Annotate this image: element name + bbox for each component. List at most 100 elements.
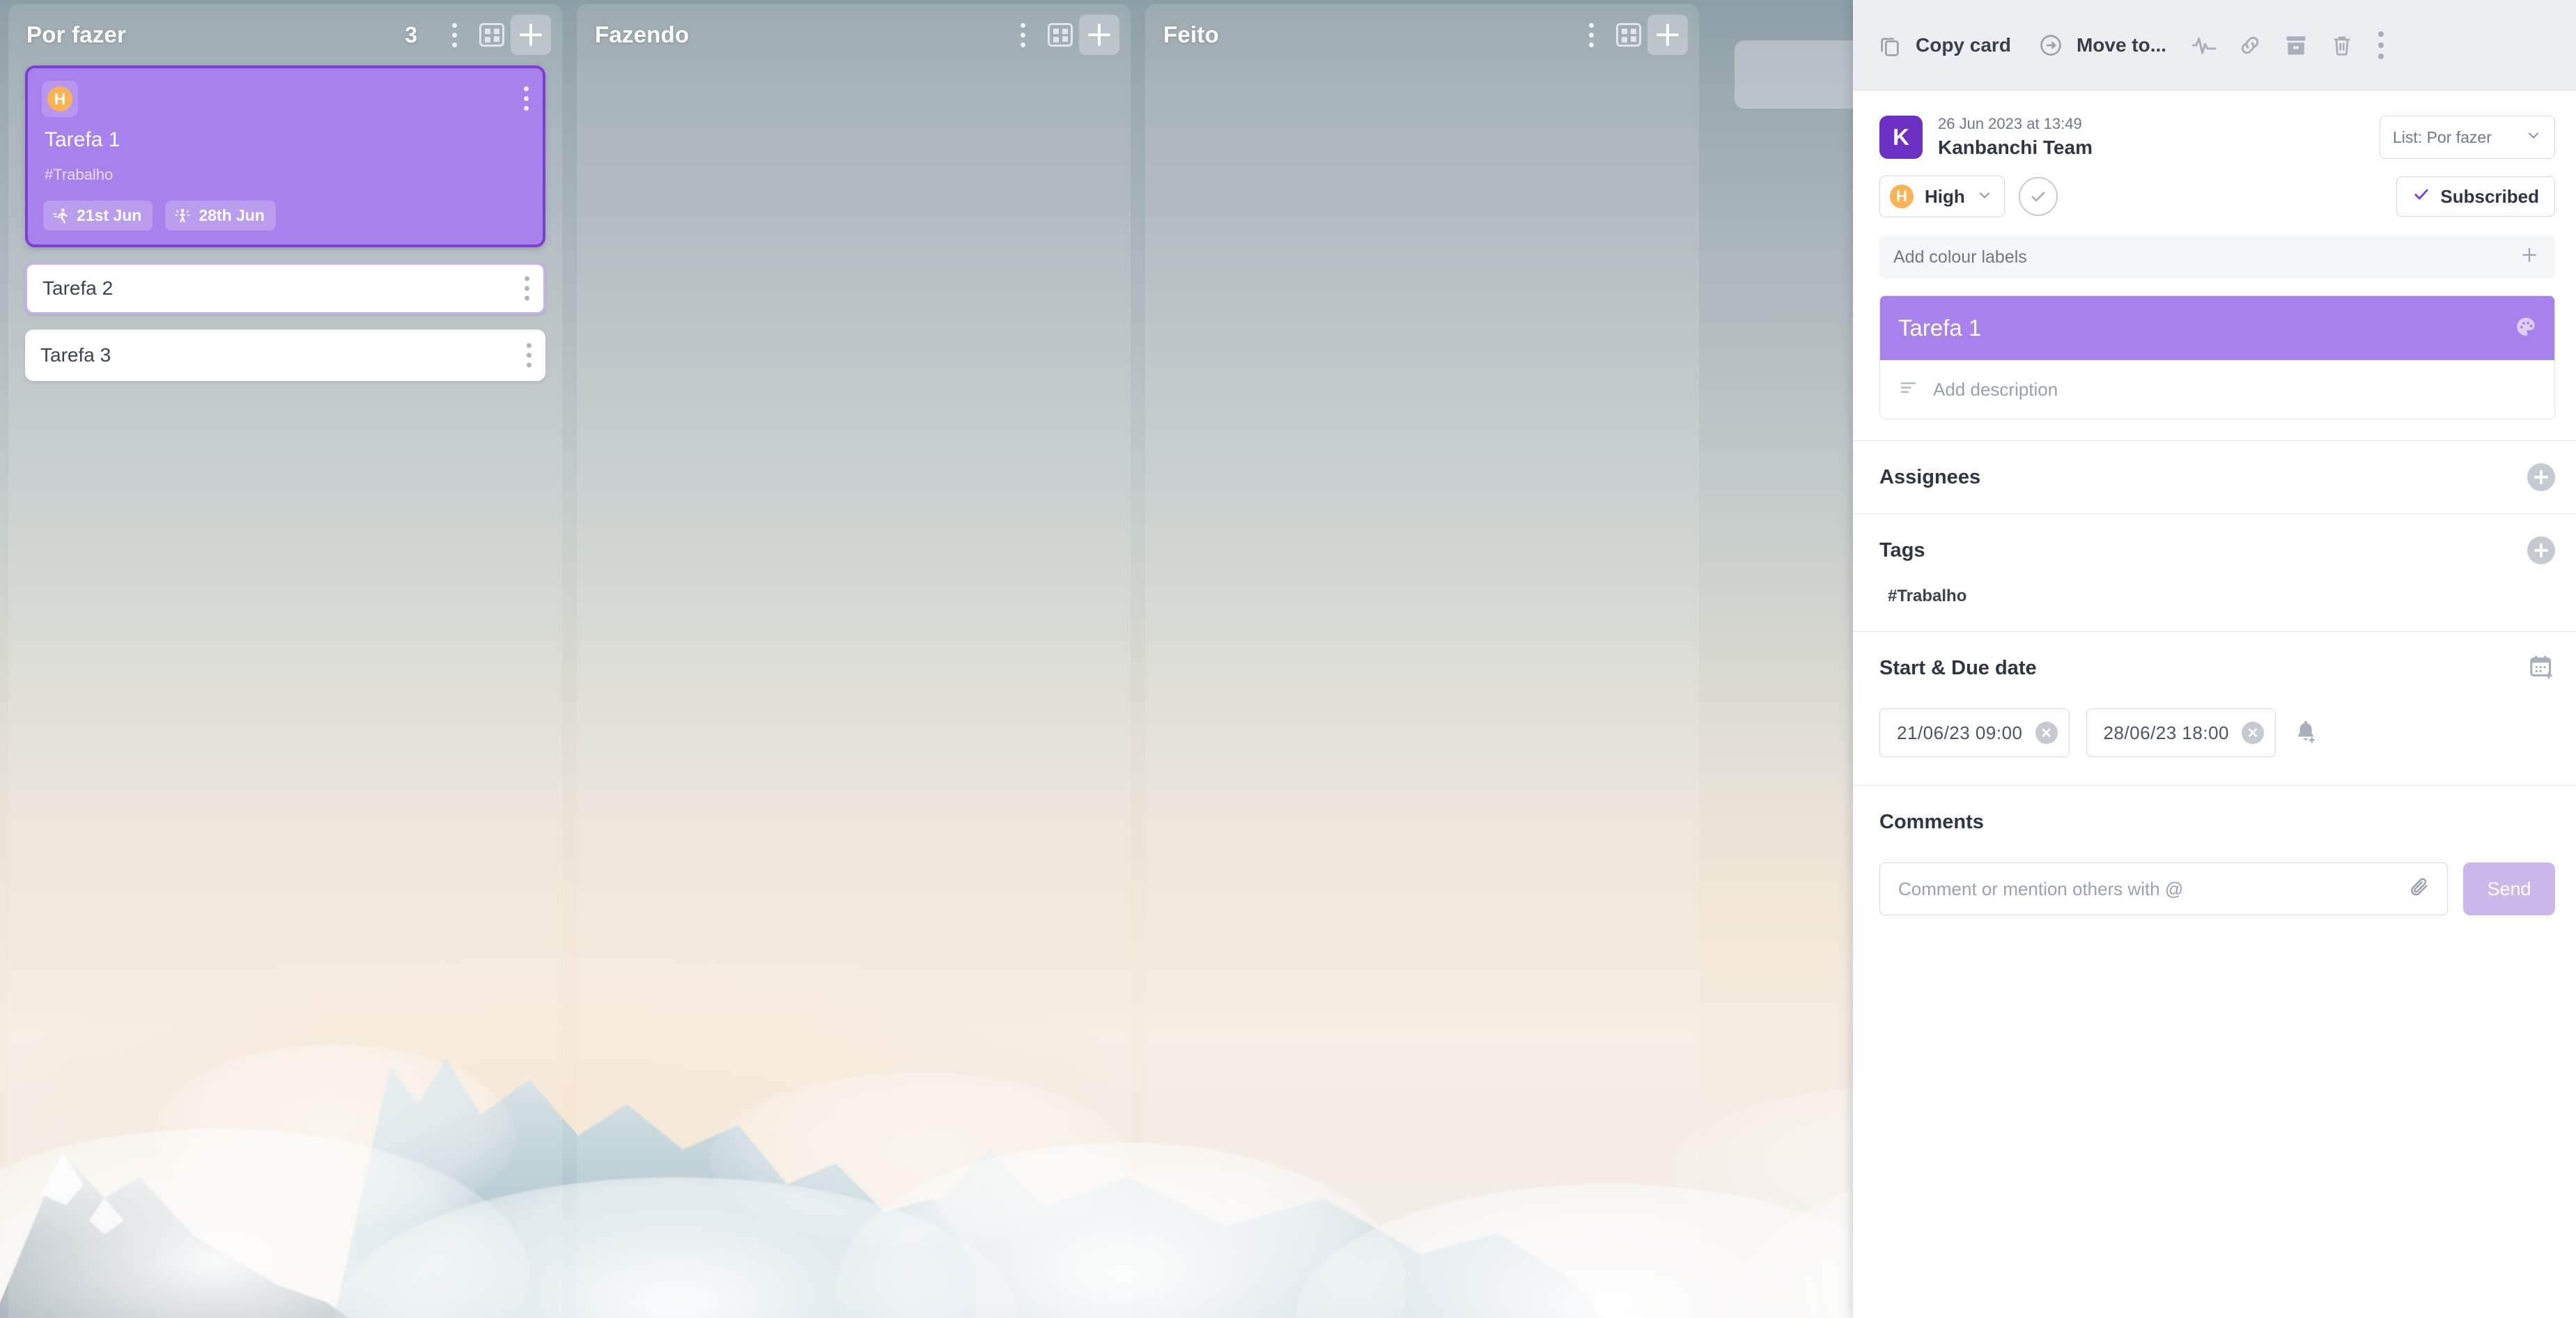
card-top-row: H xyxy=(42,81,529,117)
column-card-list: H Tarefa 1 #Trabalho 21st Jun 28th Jun T… xyxy=(8,65,562,381)
board-card-tarefa-1[interactable]: H Tarefa 1 #Trabalho 21st Jun 28th Jun xyxy=(25,65,545,247)
add-colour-labels-label: Add colour labels xyxy=(1893,247,2027,267)
running-person-icon xyxy=(53,208,68,224)
kebab-menu-icon[interactable] xyxy=(2378,31,2384,59)
due-date-field[interactable]: 28/06/23 18:00 ✕ xyxy=(2086,708,2276,758)
card-start-date-pill[interactable]: 21st Jun xyxy=(43,201,153,231)
card-title-banner[interactable]: Tarefa 1 xyxy=(1880,296,2554,361)
card-title: Tarefa 1 xyxy=(45,128,121,151)
calendar-add-icon[interactable] xyxy=(2527,653,2555,684)
board-column-feito[interactable]: Feito xyxy=(1145,4,1699,1318)
comment-compose-row: Comment or mention others with @ Send xyxy=(1879,858,2555,916)
comments-bottom-padding xyxy=(1879,915,2555,943)
card-title: Tarefa 2 xyxy=(42,277,114,299)
plus-circle-icon[interactable] xyxy=(2527,536,2555,565)
assignees-title: Assignees xyxy=(1879,465,1981,488)
card-due-date-pill[interactable]: 28th Jun xyxy=(165,201,276,231)
comment-input[interactable]: Comment or mention others with @ xyxy=(1879,862,2448,916)
subscribed-label: Subscribed xyxy=(2440,185,2539,207)
dates-title: Start & Due date xyxy=(1879,656,2037,679)
card-board-name: Kanbanchi Team xyxy=(1938,136,2093,158)
copy-icon xyxy=(1874,29,1906,61)
card-due-date-label: 28th Jun xyxy=(199,206,265,224)
panel-toolbar: Copy card Move to... xyxy=(1853,0,2576,91)
board-view-icon[interactable] xyxy=(1610,16,1647,54)
trash-icon[interactable] xyxy=(2328,31,2356,59)
x-circle-icon[interactable]: ✕ xyxy=(2242,722,2264,745)
comments-title: Comments xyxy=(1879,810,1984,833)
assignees-header: Assignees xyxy=(1879,441,2555,513)
board-view-icon[interactable] xyxy=(473,16,511,54)
card-origin-text: 26 Jun 2023 at 13:49 Kanbanchi Team xyxy=(1938,114,2364,160)
card-start-date-label: 21st Jun xyxy=(77,206,142,224)
card-title-block: Tarefa 1 Add description xyxy=(1879,295,2555,420)
x-circle-icon[interactable]: ✕ xyxy=(2035,722,2058,745)
plus-icon[interactable] xyxy=(2519,245,2540,270)
plus-icon[interactable] xyxy=(1079,15,1119,55)
panel-content: K 26 Jun 2023 at 13:49 Kanbanchi Team Li… xyxy=(1853,91,2576,1318)
comments-header: Comments xyxy=(1879,786,2555,858)
kebab-menu-icon[interactable] xyxy=(524,86,529,111)
card-title: Tarefa 1 xyxy=(1898,315,1982,341)
kebab-menu-icon[interactable] xyxy=(527,343,532,368)
priority-select[interactable]: H High xyxy=(1879,176,2005,218)
palette-icon[interactable] xyxy=(2514,315,2538,342)
description-lines-icon xyxy=(1898,378,1919,402)
tags-title: Tags xyxy=(1879,538,1925,561)
list-select-value: List: Por fazer xyxy=(2393,127,2492,146)
archive-icon[interactable] xyxy=(2282,31,2310,59)
list-select[interactable]: List: Por fazer xyxy=(2380,116,2555,160)
paperclip-icon[interactable] xyxy=(2408,876,2432,903)
priority-letter: H xyxy=(1890,185,1914,209)
dates-section: Start & Due date 21/06/23 09:00 ✕ 28/06/… xyxy=(1853,632,2576,785)
board-column-fazendo[interactable]: Fazendo xyxy=(577,4,1131,1318)
priority-letter: H xyxy=(47,86,72,111)
kebab-menu-icon[interactable] xyxy=(1004,16,1041,54)
plus-circle-icon[interactable] xyxy=(2527,463,2555,492)
card-title: Tarefa 3 xyxy=(40,344,111,366)
activity-pulse-icon[interactable] xyxy=(2190,31,2218,59)
card-priority-badge[interactable]: H xyxy=(42,81,78,117)
board-column-por-fazer[interactable]: Por fazer 3 H Tarefa 1 #Trabalho 21st Ju… xyxy=(8,4,562,1318)
column-title: Feito xyxy=(1163,22,1219,47)
arrow-right-circle-icon xyxy=(2035,29,2067,61)
dates-fields-row: 21/06/23 09:00 ✕ 28/06/23 18:00 ✕ xyxy=(1879,704,2555,785)
description-placeholder: Add description xyxy=(1933,378,2058,400)
chevron-down-icon xyxy=(2525,127,2542,148)
column-header: Fazendo xyxy=(577,4,1131,65)
add-colour-labels-row[interactable]: Add colour labels xyxy=(1879,235,2555,279)
copy-card-button[interactable]: Copy card xyxy=(1874,29,2011,61)
kebab-menu-icon[interactable] xyxy=(525,276,529,301)
column-card-count: 3 xyxy=(405,22,417,47)
plus-icon[interactable] xyxy=(1647,15,1688,55)
check-icon xyxy=(2412,185,2430,208)
due-date-value: 28/06/23 18:00 xyxy=(2103,722,2229,743)
column-header: Por fazer 3 xyxy=(8,4,562,65)
card-created-date: 26 Jun 2023 at 13:49 xyxy=(1938,115,2082,132)
tags-section: Tags #Trabalho xyxy=(1853,514,2576,631)
start-date-field[interactable]: 21/06/23 09:00 ✕ xyxy=(1879,708,2070,758)
assignees-section: Assignees xyxy=(1853,441,2576,513)
add-list-button[interactable] xyxy=(1735,40,1860,109)
plus-icon[interactable] xyxy=(511,15,551,55)
column-title: Por fazer xyxy=(26,22,127,47)
kebab-menu-icon[interactable] xyxy=(435,16,473,54)
card-description-row[interactable]: Add description xyxy=(1880,360,2554,419)
board-view-icon[interactable] xyxy=(1041,16,1079,54)
kanbanchi-logo: K xyxy=(1879,116,1923,160)
finish-person-icon xyxy=(175,208,190,223)
bell-add-icon[interactable] xyxy=(2292,718,2319,748)
card-origin-row: K 26 Jun 2023 at 13:49 Kanbanchi Team Li… xyxy=(1853,91,2576,160)
board-card-tarefa-3[interactable]: Tarefa 3 xyxy=(25,330,545,381)
tag-item[interactable]: #Trabalho xyxy=(1879,587,2555,631)
start-date-value: 21/06/23 09:00 xyxy=(1897,722,2023,743)
subscribed-button[interactable]: Subscribed xyxy=(2396,176,2555,217)
card-date-pills: 21st Jun 28th Jun xyxy=(43,201,529,231)
check-circle-icon[interactable] xyxy=(2019,177,2058,217)
send-button[interactable]: Send xyxy=(2463,862,2555,916)
kebab-menu-icon[interactable] xyxy=(1572,16,1610,54)
link-icon[interactable] xyxy=(2236,31,2264,59)
board-card-tarefa-2[interactable]: Tarefa 2 xyxy=(25,263,545,314)
move-to-button[interactable]: Move to... xyxy=(2035,29,2166,61)
comments-section: Comments Comment or mention others with … xyxy=(1853,786,2576,943)
